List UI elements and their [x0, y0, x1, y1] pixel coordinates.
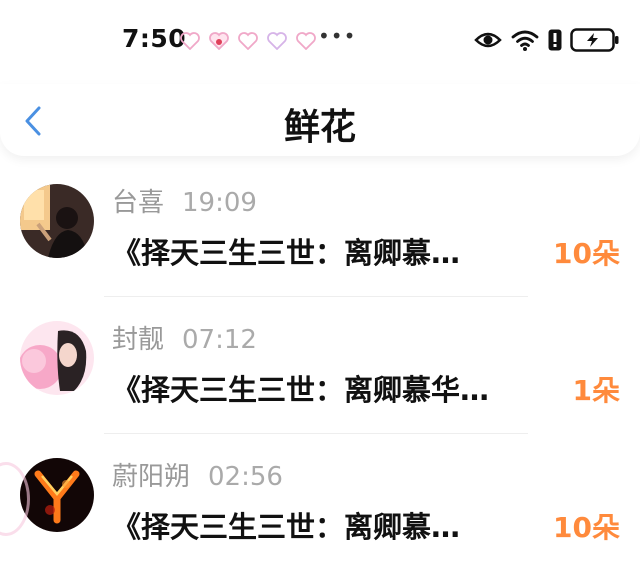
sender-name: 台喜	[112, 188, 165, 218]
heart-icon	[267, 32, 287, 50]
page-title: 鲜花	[283, 107, 356, 148]
message-text: 《择天三生三世：离卿慕华…	[112, 373, 490, 407]
heart-badge-icon	[209, 32, 229, 50]
flower-count: 10朵	[553, 511, 620, 544]
message-time: 02:56	[208, 462, 283, 492]
heart-icon	[180, 32, 200, 50]
sender-name: 蔚阳朔	[112, 462, 191, 492]
message-text: 《择天三生三世：离卿慕…	[112, 236, 461, 270]
wifi-icon	[511, 30, 539, 51]
flower-message-list: 台喜 19:09 《择天三生三世：离卿慕… 10朵 封靓 07:12 《择天三生…	[0, 160, 640, 571]
heart-icon	[238, 32, 258, 50]
list-item[interactable]: 封靓 07:12 《择天三生三世：离卿慕华… 1朵	[0, 297, 640, 434]
status-time: 7:50	[122, 24, 187, 53]
avatar[interactable]	[20, 321, 94, 395]
avatar[interactable]	[20, 184, 94, 258]
sender-line: 封靓 07:12	[112, 319, 257, 356]
avatar[interactable]	[20, 458, 94, 532]
more-dots: •••	[318, 24, 357, 48]
sender-line: 蔚阳朔 02:56	[112, 456, 283, 493]
alert-icon	[548, 29, 562, 51]
system-icons	[474, 28, 620, 52]
flower-count: 10朵	[553, 237, 620, 270]
nav-header: 鲜花	[0, 84, 640, 156]
eye-icon	[474, 32, 502, 48]
message-time: 19:09	[182, 188, 257, 218]
flower-count: 1朵	[572, 374, 620, 407]
heart-icon	[296, 32, 316, 50]
sender-line: 台喜 19:09	[112, 182, 257, 219]
message-time: 07:12	[182, 325, 257, 355]
sender-name: 封靓	[112, 325, 165, 355]
notification-icons	[180, 32, 316, 50]
message-text: 《择天三生三世：离卿慕…	[112, 510, 461, 544]
status-bar: 7:50 •••	[0, 0, 640, 84]
list-item[interactable]: 台喜 19:09 《择天三生三世：离卿慕… 10朵	[0, 160, 640, 297]
battery-icon	[570, 28, 619, 52]
list-item[interactable]: 蔚阳朔 02:56 《择天三生三世：离卿慕… 10朵	[0, 434, 640, 571]
